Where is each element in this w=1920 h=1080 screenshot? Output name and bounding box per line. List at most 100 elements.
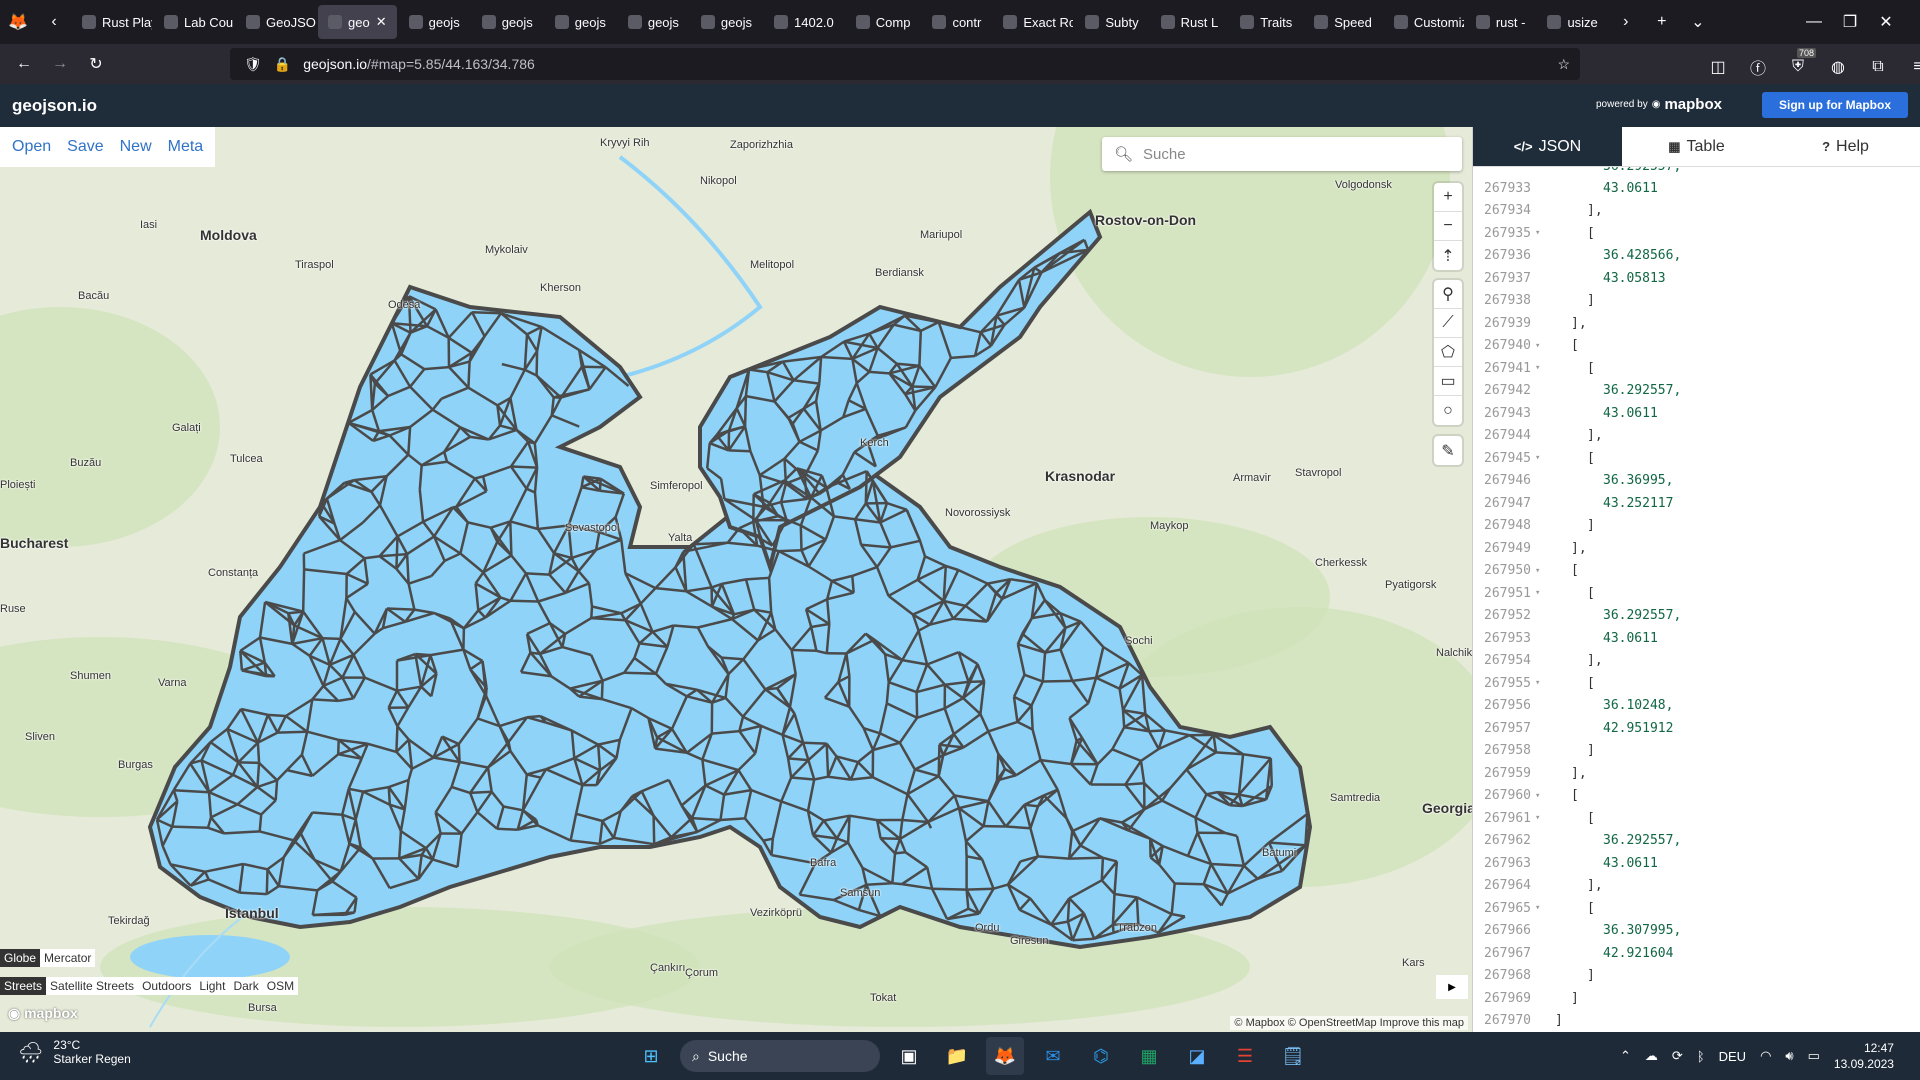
tab-scroll-left-icon[interactable]: ‹	[36, 5, 72, 39]
search-input[interactable]: Suche	[1143, 146, 1186, 163]
fold-toggle-icon[interactable]: ▾	[1535, 903, 1547, 913]
collapse-panel-button[interactable]: ▶	[1436, 975, 1468, 999]
browser-tab[interactable]: Exact Rout	[993, 5, 1073, 39]
style-option[interactable]: Satellite Streets	[46, 977, 138, 995]
notepad-icon[interactable]: 🗒	[1274, 1037, 1312, 1075]
search-box[interactable]: 🔍︎ Suche	[1102, 137, 1462, 171]
rectangle-icon[interactable]: ▭	[1434, 367, 1462, 396]
menu-new[interactable]: New	[112, 138, 160, 156]
bluetooth-icon[interactable]: ᛒ	[1697, 1049, 1705, 1064]
restore-icon[interactable]: ❐	[1832, 5, 1868, 39]
minimize-icon[interactable]: —	[1796, 5, 1832, 39]
fold-toggle-icon[interactable]: ▾	[1535, 813, 1547, 823]
edit-icon[interactable]: ✎	[1434, 436, 1462, 465]
start-icon[interactable]: ⊞	[632, 1037, 670, 1075]
compass-icon[interactable]: ⇡	[1434, 241, 1462, 270]
todoist-icon[interactable]: ☰	[1226, 1037, 1264, 1075]
fold-toggle-icon[interactable]: ▾	[1535, 453, 1547, 463]
browser-tab[interactable]: Speed	[1304, 5, 1382, 39]
onedrive-icon[interactable]: ☁	[1645, 1048, 1658, 1064]
browser-tab[interactable]: rust -	[1466, 5, 1536, 39]
tab-json[interactable]: </> JSON	[1473, 127, 1622, 166]
bookmark-star-icon[interactable]: ☆	[1557, 56, 1570, 73]
browser-tab[interactable]: usize	[1537, 5, 1607, 39]
marker-icon[interactable]: ⚲	[1434, 280, 1462, 309]
browser-tab[interactable]: Comp	[846, 5, 921, 39]
sync-icon[interactable]: ⟳	[1672, 1048, 1683, 1064]
browser-tab[interactable]: geojs	[399, 5, 470, 39]
app-logo[interactable]: geojson.io	[12, 96, 97, 116]
close-tab-icon[interactable]: ✕	[376, 14, 387, 30]
clock[interactable]: 12:47 13.09.2023	[1834, 1040, 1894, 1072]
tab-help[interactable]: ? Help	[1771, 127, 1920, 166]
outlook-icon[interactable]: ✉	[1034, 1037, 1072, 1075]
browser-tab[interactable]: Rust L	[1151, 5, 1229, 39]
mapbox-watermark[interactable]: ◉ mapbox	[8, 1005, 78, 1022]
task-view-icon[interactable]: ▣	[890, 1037, 928, 1075]
firefox-icon[interactable]: 🦊	[0, 5, 36, 39]
style-option[interactable]: OSM	[263, 977, 298, 995]
menu-icon[interactable]: ≡	[1900, 50, 1920, 84]
menu-save[interactable]: Save	[59, 138, 111, 156]
menu-open[interactable]: Open	[4, 138, 59, 156]
forward-icon[interactable]: →	[42, 47, 78, 81]
style-option[interactable]: Streets	[0, 977, 47, 995]
tab-scroll-right-icon[interactable]: ›	[1608, 5, 1644, 39]
browser-tab[interactable]: Traits	[1230, 5, 1302, 39]
paint-icon[interactable]: ◪	[1178, 1037, 1216, 1075]
browser-tab[interactable]: Customiz	[1384, 5, 1464, 39]
line-icon[interactable]: ⟋	[1434, 309, 1462, 338]
browser-tab[interactable]: 1402.0	[764, 5, 844, 39]
account-icon[interactable]: ⓕ	[1740, 50, 1776, 84]
browser-tab[interactable]: geojs	[545, 5, 616, 39]
signup-button[interactable]: Sign up for Mapbox	[1762, 92, 1908, 118]
vscode-icon[interactable]: ⌬	[1082, 1037, 1120, 1075]
style-option[interactable]: Light	[195, 977, 229, 995]
file-explorer-icon[interactable]: 📁	[938, 1037, 976, 1075]
tab-table[interactable]: ▦ Table	[1622, 127, 1771, 166]
new-tab-icon[interactable]: +	[1644, 5, 1680, 39]
list-tabs-icon[interactable]: ⌄	[1680, 5, 1716, 39]
projection-mercator[interactable]: Mercator	[40, 949, 96, 967]
firefox-taskbar-icon[interactable]: 🦊	[986, 1037, 1024, 1075]
projection-globe[interactable]: Globe	[0, 949, 41, 967]
browser-tab[interactable]: GeoJSON	[236, 5, 316, 39]
fold-toggle-icon[interactable]: ▾	[1535, 363, 1547, 373]
json-editor[interactable]: 36.292557, 267933 43.0611 267934], 267935 ▾ [2…	[1473, 167, 1920, 1032]
polygon-icon[interactable]: ⬠	[1434, 338, 1462, 367]
volume-icon[interactable]: 🔊︎	[1785, 1048, 1793, 1064]
fold-toggle-icon[interactable]: ▾	[1535, 588, 1547, 598]
close-window-icon[interactable]: ✕	[1868, 5, 1904, 39]
powered-by-mapbox[interactable]: powered by ◉ mapbox	[1596, 96, 1722, 113]
menu-meta[interactable]: Meta	[160, 138, 212, 156]
excel-icon[interactable]: ▦	[1130, 1037, 1168, 1075]
map-attribution[interactable]: © Mapbox © OpenStreetMap Improve this ma…	[1230, 1016, 1468, 1030]
map-canvas[interactable]: Open Save New Meta 🔍︎ Suche + − ⇡ ⚲ ⟋ ⬠ …	[0, 127, 1472, 1032]
ublock-icon[interactable]: ⛨ 708	[1780, 48, 1816, 84]
back-icon[interactable]: ←	[6, 47, 42, 81]
url-bar[interactable]: 🛡 🔒 geojson.io/#map=5.85/44.163/34.786 ☆	[230, 48, 1580, 80]
browser-tab[interactable]: geojs	[472, 5, 543, 39]
fold-toggle-icon[interactable]: ▾	[1535, 341, 1547, 351]
browser-tab[interactable]: geo ✕	[318, 5, 397, 39]
fold-toggle-icon[interactable]: ▾	[1535, 566, 1547, 576]
circle-icon[interactable]: ○	[1434, 396, 1462, 425]
browser-tab[interactable]: Lab Cours	[154, 5, 234, 39]
fold-toggle-icon[interactable]: ▾	[1535, 791, 1547, 801]
taskbar-search[interactable]: ⌕ Suche	[680, 1040, 880, 1072]
browser-tab[interactable]: geojs	[618, 5, 689, 39]
fold-toggle-icon[interactable]: ▾	[1535, 228, 1547, 238]
reload-icon[interactable]: ↻	[78, 47, 114, 81]
browser-tab[interactable]: Subty	[1075, 5, 1148, 39]
wifi-icon[interactable]: ◠	[1760, 1048, 1771, 1064]
zoom-out-icon[interactable]: −	[1434, 212, 1462, 241]
browser-tab[interactable]: Rust Playg	[72, 5, 152, 39]
pocket-icon[interactable]: ◫	[1700, 50, 1736, 84]
fold-toggle-icon[interactable]: ▾	[1535, 678, 1547, 688]
extension-icon[interactable]: ◍	[1820, 50, 1856, 84]
battery-icon[interactable]: ▭	[1808, 1048, 1820, 1064]
extensions-puzzle-icon[interactable]: ⧉	[1860, 50, 1896, 84]
weather-widget[interactable]: 🌧 23°C Starker Regen	[18, 1038, 131, 1066]
style-option[interactable]: Dark	[229, 977, 262, 995]
browser-tab[interactable]: geojs	[691, 5, 762, 39]
